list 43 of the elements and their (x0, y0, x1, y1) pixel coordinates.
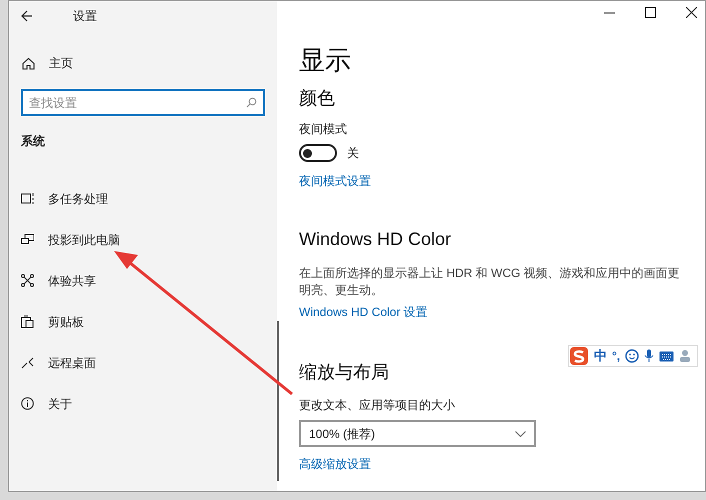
project-icon (21, 233, 34, 246)
night-mode-settings-link[interactable]: 夜间模式设置 (299, 172, 371, 190)
description-text: 在上面所选择的显示器上让 HDR 和 WCG 视频、游戏和应用中的画面更明亮、更生动。 (299, 265, 681, 299)
clipboard-icon (21, 315, 34, 328)
multitask-icon (21, 192, 34, 205)
hd-color-settings-link[interactable]: Windows HD Color 设置 (299, 303, 428, 321)
toggle-state-text: 关 (347, 145, 359, 162)
back-arrow-icon[interactable] (21, 10, 33, 22)
ime-mode-text[interactable]: 中 (594, 346, 607, 366)
search-field[interactable]: 查找设置 (21, 89, 265, 116)
home-link[interactable]: 主页 (49, 54, 73, 72)
close-icon[interactable] (686, 7, 697, 18)
punctuation-text[interactable]: °, (612, 347, 620, 365)
remote-icon (21, 356, 34, 369)
microphone-icon[interactable] (644, 349, 654, 363)
sidebar-item[interactable]: 多任务处理 (48, 190, 108, 208)
page-title: 显示 (299, 44, 351, 77)
scrollbar[interactable] (277, 321, 279, 481)
section-heading: Windows HD Color (299, 228, 452, 251)
chevron-down-icon (515, 430, 526, 436)
home-icon[interactable] (22, 56, 35, 70)
sidebar-item[interactable]: 剪贴板 (48, 312, 84, 330)
keyboard-icon[interactable] (659, 350, 674, 362)
sogou-logo-icon (569, 346, 589, 366)
scale-dropdown[interactable]: 100% (推荐) (299, 420, 536, 447)
emoji-icon[interactable] (625, 349, 640, 363)
ime-toolbar[interactable]: 中 °, (568, 345, 698, 367)
section-heading: 系统 (21, 133, 45, 150)
share-icon (21, 274, 34, 287)
section-heading: 缩放与布局 (299, 361, 389, 384)
night-mode-toggle[interactable] (299, 144, 337, 162)
search-icon[interactable] (246, 97, 257, 108)
section-heading: 颜色 (299, 87, 335, 110)
window-title: 设置 (73, 8, 97, 25)
sidebar-item[interactable]: 远程桌面 (48, 354, 96, 372)
night-mode-label: 夜间模式 (299, 121, 347, 138)
advanced-scaling-link[interactable]: 高级缩放设置 (299, 455, 371, 473)
about-icon (21, 397, 34, 410)
maximize-icon[interactable] (645, 7, 656, 18)
sidebar-item[interactable]: 关于 (48, 394, 72, 412)
sidebar-item[interactable]: 投影到此电脑 (48, 230, 120, 248)
scale-label: 更改文本、应用等项目的大小 (299, 397, 455, 414)
sidebar-item[interactable]: 体验共享 (48, 272, 96, 290)
